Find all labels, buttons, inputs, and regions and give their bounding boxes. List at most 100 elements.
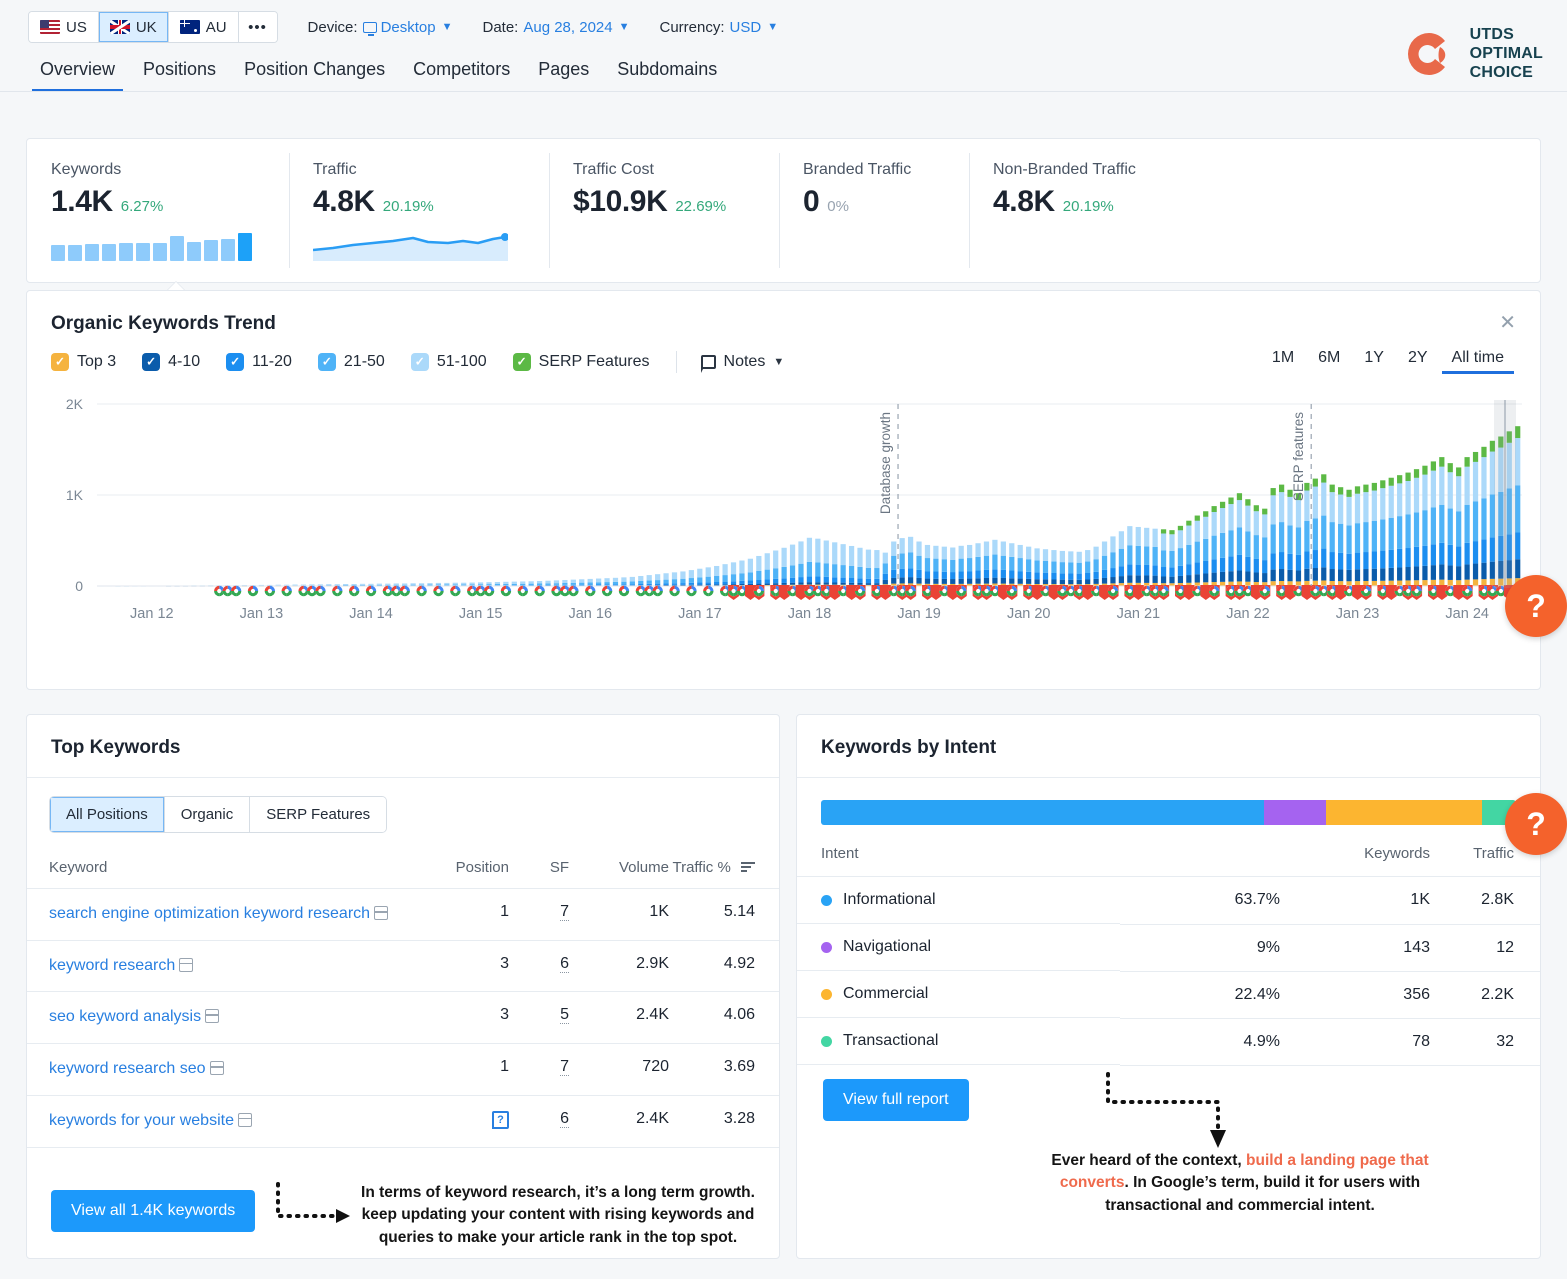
- date-selector[interactable]: Date: Aug 28, 2024 ▼: [482, 19, 629, 36]
- currency-selector[interactable]: Currency: USD ▼: [659, 19, 778, 36]
- annotation-keyword-research: In terms of keyword research, it’s a lon…: [361, 1184, 755, 1246]
- table-row[interactable]: Navigational 9% 143 12: [797, 924, 1540, 972]
- cell-percent[interactable]: 22.4%: [1120, 971, 1280, 1019]
- serp-feature-icon: [237, 1112, 252, 1127]
- cell-percent[interactable]: 9%: [1120, 924, 1280, 972]
- cell-sf[interactable]: 7: [509, 888, 569, 941]
- keyword-link[interactable]: seo keyword analysis: [49, 1008, 201, 1025]
- cell-position: 3: [409, 991, 509, 1045]
- filter-all-positions[interactable]: All Positions: [50, 797, 165, 832]
- view-all-keywords-button[interactable]: View all 1.4K keywords: [51, 1190, 256, 1232]
- legend-item-51-100[interactable]: 51-100: [410, 352, 487, 371]
- cell-sf[interactable]: 7: [509, 1043, 569, 1096]
- view-full-report-button[interactable]: View full report: [823, 1079, 969, 1121]
- keyword-link[interactable]: keywords for your website: [49, 1112, 234, 1129]
- help-button-chart[interactable]: ?: [1505, 575, 1567, 637]
- filter-organic[interactable]: Organic: [164, 797, 251, 832]
- metric-keywords[interactable]: Keywords 1.4K 6.27%: [27, 139, 289, 291]
- cell-percent[interactable]: 63.7%: [1120, 876, 1280, 925]
- table-row[interactable]: keyword research 3 6 2.9K 4.92: [27, 940, 779, 993]
- svg-text:Jan 22: Jan 22: [1226, 606, 1270, 622]
- metric-branded-traffic[interactable]: Branded Traffic 0 0%: [779, 139, 969, 282]
- checkbox-11-20[interactable]: [226, 352, 245, 371]
- geo-button-uk[interactable]: UK: [98, 12, 169, 42]
- help-button-intent[interactable]: ?: [1505, 793, 1567, 855]
- checkbox-4-10[interactable]: [142, 352, 161, 371]
- table-row[interactable]: seo keyword analysis 3 5 2.4K 4.06: [27, 991, 779, 1045]
- range-1m[interactable]: 1M: [1260, 349, 1306, 374]
- metric-non-branded-traffic[interactable]: Non-Branded Traffic 4.8K 20.19%: [969, 139, 1540, 282]
- cell-sf[interactable]: 6: [509, 940, 569, 993]
- sf-value[interactable]: 5: [560, 1006, 569, 1025]
- table-row[interactable]: keywords for your website ? 6 2.4K 3.28: [27, 1095, 779, 1148]
- cell-keyword[interactable]: keyword research seo: [27, 1043, 409, 1096]
- range-1y[interactable]: 1Y: [1352, 349, 1396, 374]
- divider: [27, 777, 779, 778]
- checkbox-21-50[interactable]: [317, 352, 336, 371]
- keyword-link[interactable]: search engine optimization keyword resea…: [49, 905, 370, 922]
- geo-more-button[interactable]: •••: [238, 12, 277, 42]
- cell-sf[interactable]: 5: [509, 991, 569, 1045]
- keywords-by-intent-title: Keywords by Intent: [821, 737, 997, 758]
- legend-item-serp-features[interactable]: SERP Features: [512, 352, 650, 371]
- keyword-link[interactable]: keyword research seo: [49, 1060, 206, 1077]
- intent-segment-informational[interactable]: [821, 800, 1264, 825]
- metric-value: 1.4K: [51, 185, 113, 218]
- cell-sf[interactable]: 6: [509, 1095, 569, 1148]
- legend-item-11-20[interactable]: 11-20: [226, 352, 292, 371]
- range-all-time[interactable]: All time: [1440, 349, 1516, 374]
- checkbox-51-100[interactable]: [410, 352, 429, 371]
- intent-segment-commercial[interactable]: [1326, 800, 1482, 825]
- filter-serp-features[interactable]: SERP Features: [250, 797, 387, 832]
- col-header-traffic-pct[interactable]: Traffic %: [669, 849, 779, 889]
- cell-percent[interactable]: 4.9%: [1120, 1018, 1280, 1066]
- geo-button-au[interactable]: AU: [168, 12, 239, 42]
- sf-value[interactable]: 6: [560, 954, 569, 973]
- cell-keyword[interactable]: seo keyword analysis: [27, 991, 409, 1045]
- cell-position: 3: [409, 940, 509, 993]
- col-header-position[interactable]: Position: [409, 849, 509, 889]
- cell-keyword[interactable]: keyword research: [27, 940, 409, 993]
- top-keywords-table: Keyword Position SF Volume Traffic % sea: [27, 849, 779, 1148]
- keywords-trend-chart[interactable]: 0 1K 2K Database growth SERP features Jan 12 J…: [27, 392, 1540, 632]
- col-header-volume[interactable]: Volume: [569, 849, 669, 889]
- range-6m[interactable]: 6M: [1306, 349, 1352, 374]
- tab-overview[interactable]: Overview: [26, 59, 129, 92]
- keyword-link[interactable]: keyword research: [49, 957, 175, 974]
- checkbox-serp-features[interactable]: [512, 352, 531, 371]
- device-selector[interactable]: Device: Desktop ▼: [308, 18, 452, 36]
- tab-position-changes[interactable]: Position Changes: [230, 59, 399, 92]
- table-row[interactable]: keyword research seo 1 7 720 3.69: [27, 1043, 779, 1096]
- date-label: Date:: [482, 18, 519, 36]
- checkbox-top3[interactable]: [51, 352, 69, 371]
- legend-item-4-10[interactable]: 4-10: [142, 352, 200, 371]
- col-header-sf[interactable]: SF: [509, 849, 569, 889]
- cell-traffic: 2.2K: [1430, 971, 1540, 1019]
- table-row[interactable]: Informational 63.7% 1K 2.8K: [797, 876, 1540, 925]
- sf-value[interactable]: 7: [560, 1058, 569, 1077]
- tab-competitors[interactable]: Competitors: [399, 59, 524, 92]
- sf-value[interactable]: 6: [560, 1109, 569, 1128]
- range-2y[interactable]: 2Y: [1396, 349, 1440, 374]
- tab-positions[interactable]: Positions: [129, 59, 230, 92]
- geo-button-us[interactable]: US: [29, 12, 99, 42]
- legend-item-top3[interactable]: Top 3: [51, 352, 116, 371]
- legend-item-21-50[interactable]: 21-50: [317, 352, 385, 371]
- metric-traffic-cost[interactable]: Traffic Cost $10.9K 22.69%: [549, 139, 779, 282]
- notes-dropdown[interactable]: Notes ▼: [700, 353, 784, 373]
- cell-keyword[interactable]: search engine optimization keyword resea…: [27, 888, 409, 941]
- svg-text:Jan 20: Jan 20: [1007, 606, 1051, 622]
- table-row[interactable]: Transactional 4.9% 78 32: [797, 1018, 1540, 1066]
- close-icon[interactable]: ✕: [1499, 313, 1516, 333]
- tab-subdomains[interactable]: Subdomains: [603, 59, 731, 92]
- legend-divider: [675, 350, 677, 373]
- table-row[interactable]: Commercial 22.4% 356 2.2K: [797, 971, 1540, 1019]
- cell-keyword[interactable]: keywords for your website: [27, 1095, 409, 1148]
- intent-segment-navigational[interactable]: [1263, 800, 1327, 825]
- table-row[interactable]: search engine optimization keyword resea…: [27, 888, 779, 941]
- sf-value[interactable]: 7: [560, 903, 569, 921]
- geo-selector-group[interactable]: US UK AU •••: [28, 11, 278, 43]
- device-value: Desktop: [380, 18, 436, 36]
- tab-pages[interactable]: Pages: [524, 59, 603, 92]
- metric-traffic[interactable]: Traffic 4.8K 20.19%: [289, 139, 549, 282]
